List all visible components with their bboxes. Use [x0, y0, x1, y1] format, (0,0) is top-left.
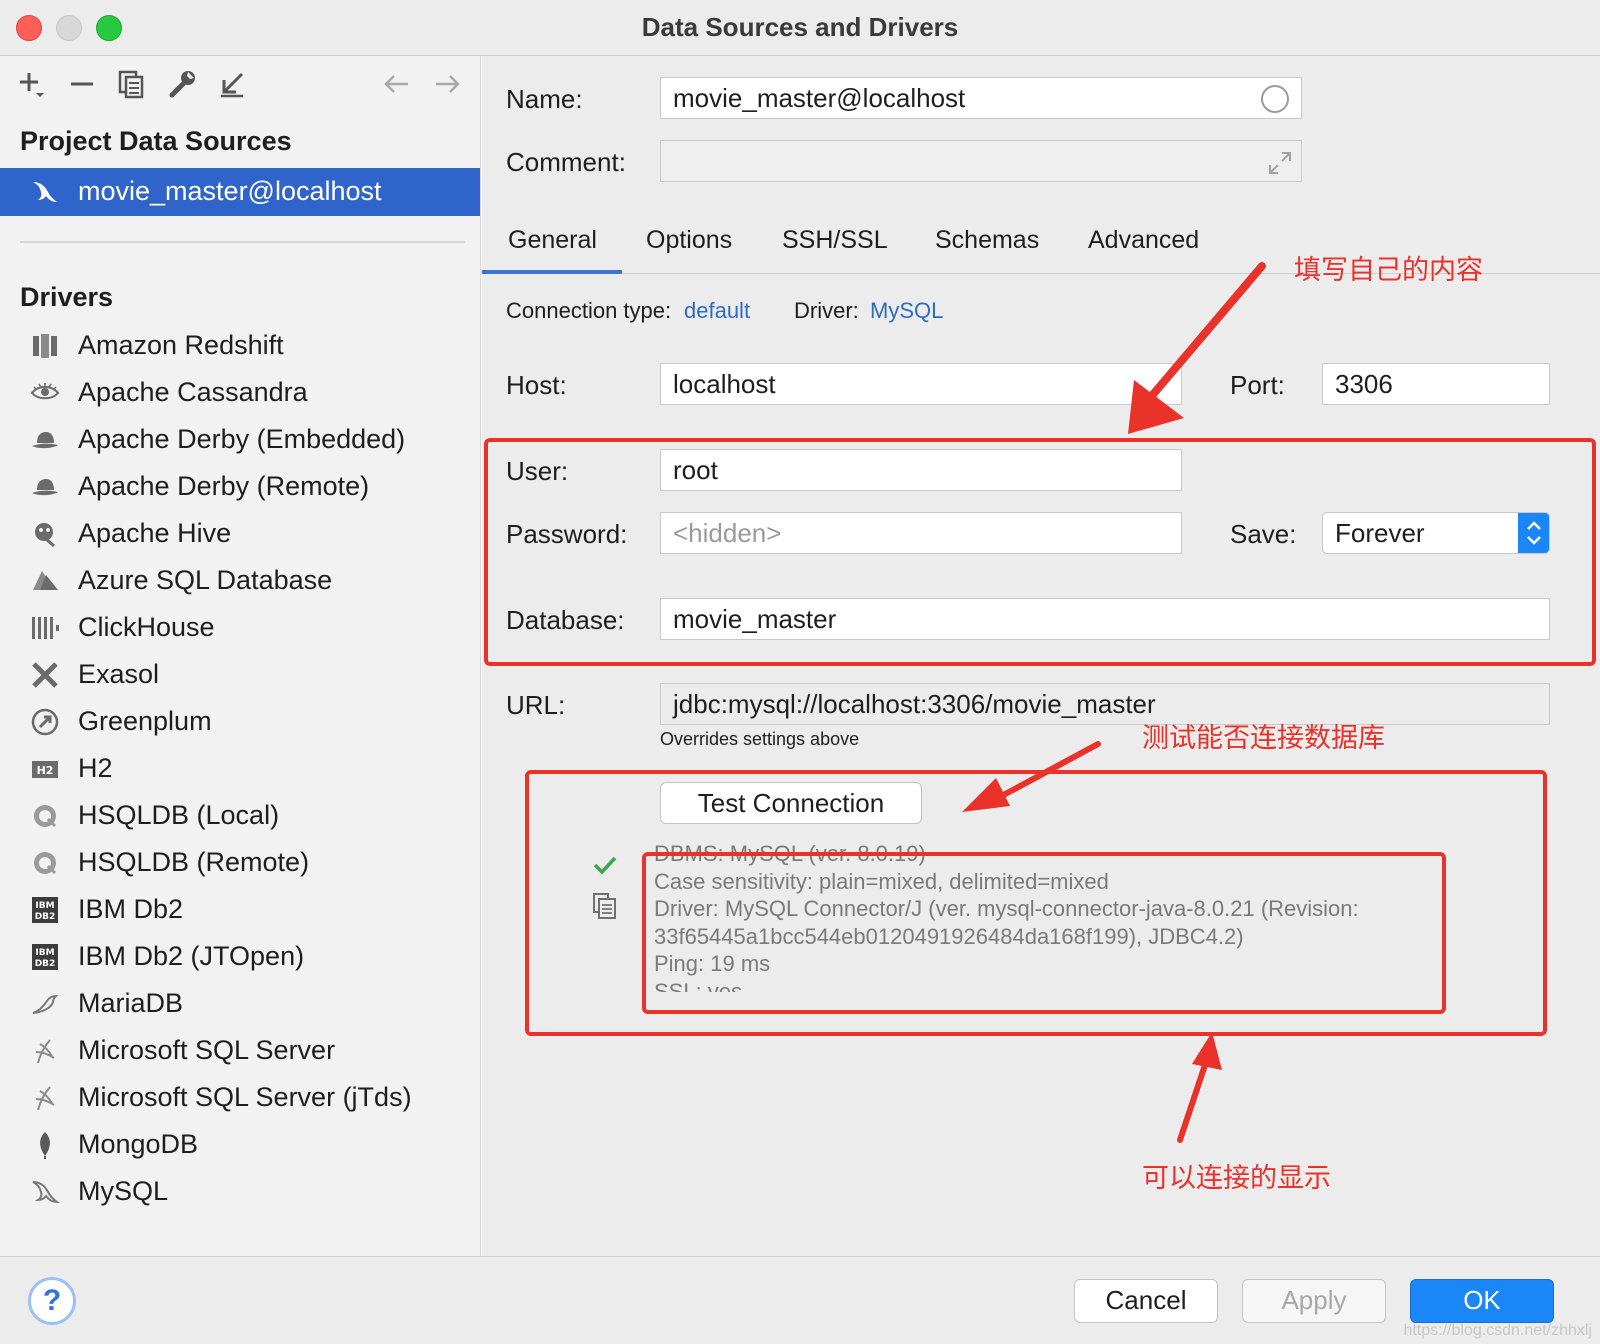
watermark: https://blog.csdn.net/zhhxlj: [1403, 1322, 1592, 1339]
cancel-button[interactable]: Cancel: [1074, 1279, 1218, 1323]
help-button[interactable]: ?: [28, 1277, 76, 1325]
annotation-arrows: [962, 262, 1266, 1143]
apply-button[interactable]: Apply: [1242, 1279, 1386, 1323]
ok-button[interactable]: OK: [1410, 1279, 1554, 1323]
dialog-footer: ? Cancel Apply OK https://blog.csdn.net/…: [0, 1256, 1600, 1344]
